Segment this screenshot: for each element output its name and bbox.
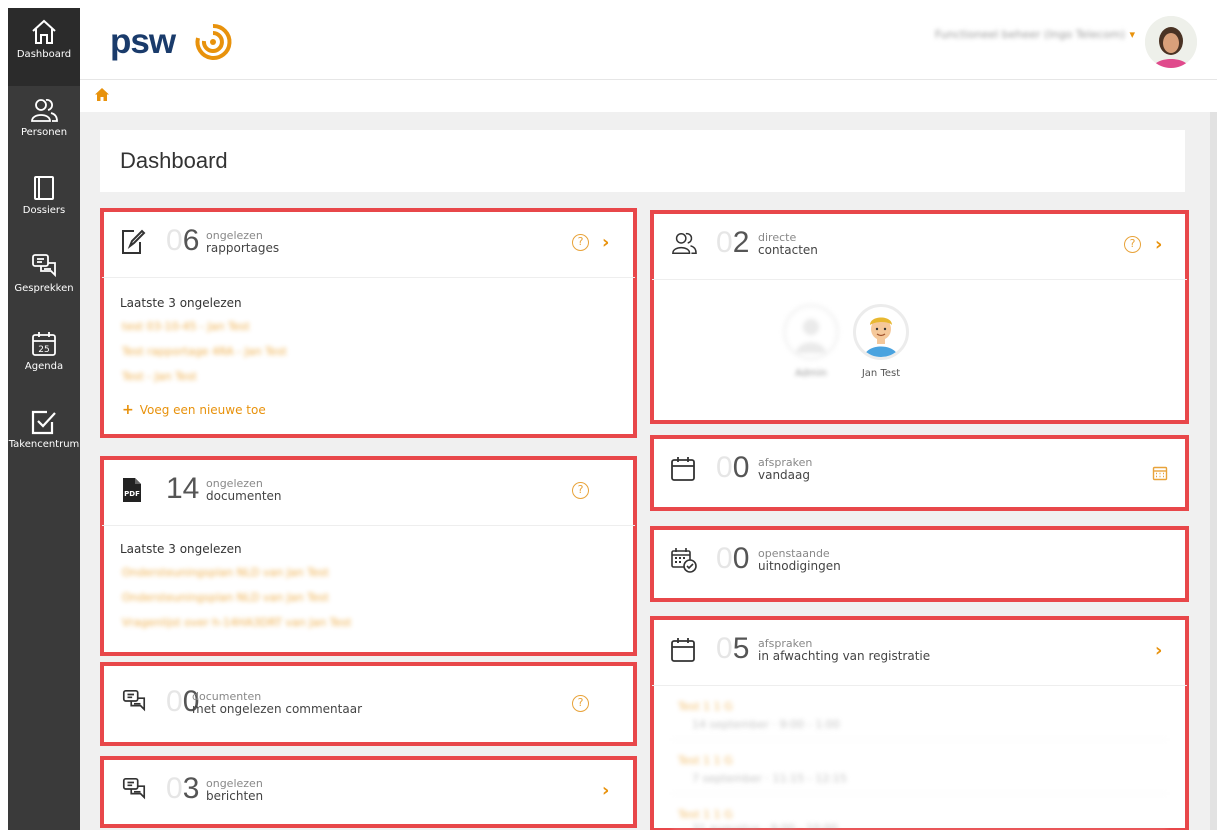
commentaar-card: 00 documenten met ongelezen commentaar ?	[100, 662, 637, 746]
contacts-count: 02	[716, 226, 750, 259]
user-name[interactable]: Functioneel beheer (Ingo Telecom)	[935, 28, 1125, 41]
top-header: psw Functioneel beheer (Ingo Telecom) ▾	[80, 8, 1217, 80]
chat-icon	[122, 689, 146, 712]
sidebar-item-label: Dossiers	[22, 205, 66, 216]
svg-text:PDF: PDF	[124, 490, 140, 498]
card-label-bottom: vandaag	[758, 468, 811, 482]
home-icon	[32, 19, 56, 44]
calendar-icon	[671, 457, 695, 481]
card-label-bottom: uitnodigingen	[758, 559, 841, 573]
calendar-check-icon	[671, 548, 697, 573]
calendar-icon[interactable]	[1152, 465, 1168, 481]
berichten-card: 03 ongelezen berichten ›	[100, 756, 637, 828]
avatar[interactable]	[1145, 16, 1197, 68]
help-icon[interactable]: ?	[1124, 236, 1141, 253]
page-title-card: Dashboard	[100, 130, 1185, 192]
appointments-count: 00	[716, 451, 750, 484]
sidebar-item-label: Dashboard	[16, 49, 72, 60]
chevron-down-icon[interactable]: ▾	[1129, 28, 1135, 41]
unread-count: 06	[166, 224, 200, 257]
card-header: 03 ongelezen berichten ›	[102, 758, 635, 826]
report-link-3[interactable]: Test - Jan Test	[122, 370, 197, 383]
uitnodigingen-card: 00 openstaande uitnodigingen	[650, 526, 1189, 602]
card-label-bottom: documenten	[206, 489, 282, 503]
chat-icon	[122, 777, 146, 800]
document-link-1[interactable]: Ondersteuningsplan NLD van Jan Test	[122, 566, 329, 579]
avatar	[853, 304, 909, 360]
help-icon[interactable]: ?	[572, 234, 589, 251]
document-link-3[interactable]: Vragenlijst over h-14HA3DRT van Jan Test	[122, 616, 351, 629]
pdf-icon: PDF	[123, 478, 141, 502]
contacten-card: 02 directe contacten ? › Admin Jan Test	[650, 210, 1189, 424]
card-header: 05 afspraken in afwachting van registrati…	[652, 618, 1187, 686]
psw-logo[interactable]: psw	[110, 22, 176, 62]
people-icon	[31, 99, 58, 122]
sidebar-item-label: Gesprekken	[14, 283, 74, 294]
svg-text:25: 25	[38, 345, 49, 355]
sidebar-item-dossiers[interactable]: Dossiers	[8, 164, 80, 242]
avatar	[783, 304, 839, 360]
card-header: PDF 14 ongelezen documenten ?	[102, 458, 635, 526]
documenten-card: PDF 14 ongelezen documenten ? Laatste 3 o…	[100, 456, 637, 656]
card-label-bottom: berichten	[206, 789, 264, 803]
sidebar-item-personen[interactable]: Personen	[8, 86, 80, 164]
chevron-right-icon[interactable]: ›	[1155, 640, 1162, 661]
card-label-bottom: contacten	[758, 243, 818, 257]
page-title: Dashboard	[120, 148, 228, 173]
card-header: 00 openstaande uitnodigingen	[652, 528, 1187, 596]
sidebar-item-takencentrum[interactable]: Takencentrum	[8, 398, 80, 476]
list-title: Laatste 3 ongelezen	[120, 296, 242, 310]
breadcrumb	[95, 86, 109, 105]
people-icon	[672, 232, 697, 254]
card-header: 06 ongelezen rapportages ? ›	[102, 210, 635, 278]
contact-jan-test[interactable]: Jan Test	[846, 304, 916, 379]
sidebar: Dashboard Personen Dossiers Gesprekken 2…	[8, 8, 80, 830]
add-new-report-link[interactable]: + Voeg een nieuwe toe	[122, 402, 266, 418]
card-label-bottom: met ongelezen commentaar	[192, 702, 363, 716]
card-header: 00 documenten met ongelezen commentaar ?	[102, 664, 635, 732]
folder-icon	[34, 176, 54, 200]
help-icon[interactable]: ?	[572, 482, 589, 499]
sidebar-item-agenda[interactable]: 25 Agenda	[8, 320, 80, 398]
report-link-1[interactable]: test 03-10-45 - Jan Test	[122, 320, 250, 333]
calendar-icon	[671, 638, 695, 662]
list-item[interactable]: Test 1 1 G 14 september · 9:00 - 1:00	[672, 690, 1167, 740]
sidebar-item-label: Personen	[20, 127, 68, 138]
sidebar-item-label: Takencentrum	[8, 439, 80, 450]
card-header: 02 directe contacten ? ›	[652, 212, 1187, 280]
rapportages-card: 06 ongelezen rapportages ? › Laatste 3 on…	[100, 208, 637, 438]
checkbox-icon	[31, 410, 56, 435]
document-link-2[interactable]: Ondersteuningsplan NLD van Jan Test	[122, 591, 329, 604]
contact-name: Jan Test	[861, 368, 901, 379]
home-icon[interactable]	[95, 88, 109, 101]
contact-name: Admin	[795, 368, 827, 379]
invitations-count: 00	[716, 542, 750, 575]
logo-swirl-icon	[195, 23, 232, 60]
list-item[interactable]: Test 1 1 G7 september · 11:15 - 12:15	[672, 744, 1167, 794]
list-title: Laatste 3 ongelezen	[120, 542, 242, 556]
chevron-right-icon[interactable]: ›	[602, 780, 609, 801]
card-label-bottom: in afwachting van registratie	[758, 649, 931, 663]
afspraken-vandaag-card: 00 afspraken vandaag	[650, 435, 1189, 511]
sidebar-item-label: Agenda	[24, 361, 64, 372]
unread-count: 14	[166, 472, 200, 505]
plus-icon: +	[122, 402, 134, 418]
card-label-bottom: rapportages	[206, 241, 280, 255]
calendar-icon: 25	[32, 332, 56, 356]
contact-admin[interactable]: Admin	[776, 304, 846, 379]
registratie-card: 05 afspraken in afwachting van registrati…	[650, 616, 1189, 830]
help-icon[interactable]: ?	[572, 695, 589, 712]
sidebar-item-gesprekken[interactable]: Gesprekken	[8, 242, 80, 320]
messages-count: 03	[166, 772, 200, 805]
card-header: 00 afspraken vandaag	[652, 437, 1187, 505]
list-item[interactable]: Test 1 1 G 31 augustus · 9:00 - 10:00	[672, 798, 1167, 830]
chevron-right-icon[interactable]: ›	[602, 232, 609, 253]
chevron-right-icon[interactable]: ›	[1155, 234, 1162, 255]
edit-document-icon	[122, 229, 146, 254]
pending-count: 05	[716, 632, 750, 665]
chat-icon	[32, 254, 56, 278]
scrollbar[interactable]	[1210, 112, 1217, 830]
sidebar-item-dashboard[interactable]: Dashboard	[8, 8, 80, 86]
report-link-2[interactable]: Test rapportage 4RA - Jan Test	[122, 345, 287, 358]
